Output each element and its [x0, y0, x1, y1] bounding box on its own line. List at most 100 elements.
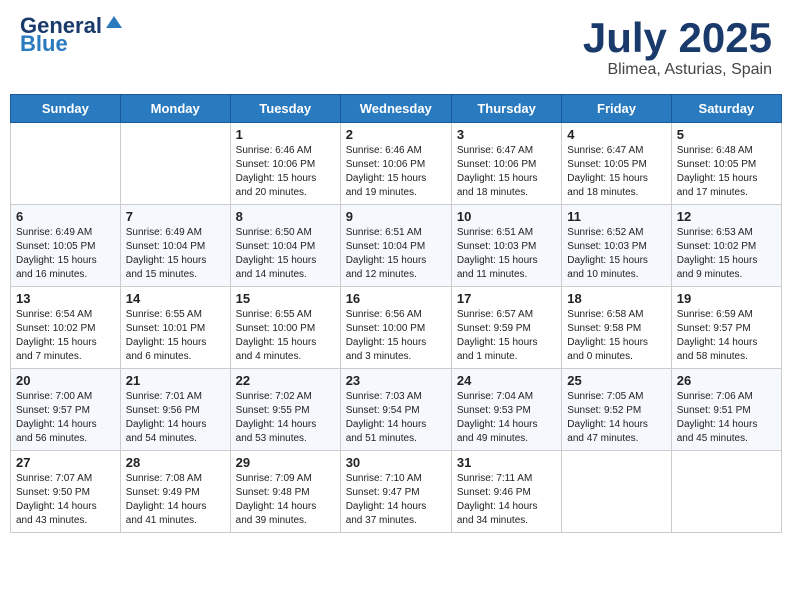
day-content: Sunrise: 6:48 AM Sunset: 10:05 PM Daylig… — [677, 144, 776, 200]
day-header-thursday: Thursday — [451, 95, 561, 123]
calendar-day-17: 17 Sunrise: 6:57 AM Sunset: 9:59 PM Dayli… — [451, 287, 561, 369]
day-number: 11 — [567, 209, 665, 224]
day-number: 25 — [567, 373, 665, 388]
calendar-day-4: 4 Sunrise: 6:47 AM Sunset: 10:05 PM Dayli… — [562, 123, 671, 205]
calendar-day-10: 10 Sunrise: 6:51 AM Sunset: 10:03 PM Dayl… — [451, 205, 561, 287]
day-number: 24 — [457, 373, 556, 388]
day-number: 13 — [16, 291, 115, 306]
calendar-day-6: 6 Sunrise: 6:49 AM Sunset: 10:05 PM Dayli… — [11, 205, 121, 287]
logo: General Blue — [20, 15, 124, 55]
day-content: Sunrise: 6:57 AM Sunset: 9:59 PM Dayligh… — [457, 308, 556, 364]
day-number: 12 — [677, 209, 776, 224]
day-number: 10 — [457, 209, 556, 224]
day-number: 15 — [236, 291, 335, 306]
calendar-day-25: 25 Sunrise: 7:05 AM Sunset: 9:52 PM Dayli… — [562, 369, 671, 451]
day-content: Sunrise: 6:46 AM Sunset: 10:06 PM Daylig… — [346, 144, 446, 200]
day-number: 23 — [346, 373, 446, 388]
day-content: Sunrise: 6:52 AM Sunset: 10:03 PM Daylig… — [567, 226, 665, 282]
calendar-day-11: 11 Sunrise: 6:52 AM Sunset: 10:03 PM Dayl… — [562, 205, 671, 287]
calendar-empty-cell — [671, 451, 781, 533]
day-content: Sunrise: 7:08 AM Sunset: 9:49 PM Dayligh… — [126, 472, 225, 528]
day-header-monday: Monday — [120, 95, 230, 123]
calendar-day-22: 22 Sunrise: 7:02 AM Sunset: 9:55 PM Dayli… — [230, 369, 340, 451]
day-content: Sunrise: 7:00 AM Sunset: 9:57 PM Dayligh… — [16, 390, 115, 446]
day-number: 2 — [346, 127, 446, 142]
logo-blue-text: Blue — [20, 33, 68, 55]
calendar-day-13: 13 Sunrise: 6:54 AM Sunset: 10:02 PM Dayl… — [11, 287, 121, 369]
day-number: 16 — [346, 291, 446, 306]
day-content: Sunrise: 7:05 AM Sunset: 9:52 PM Dayligh… — [567, 390, 665, 446]
day-number: 18 — [567, 291, 665, 306]
day-content: Sunrise: 6:59 AM Sunset: 9:57 PM Dayligh… — [677, 308, 776, 364]
day-number: 30 — [346, 455, 446, 470]
day-content: Sunrise: 6:56 AM Sunset: 10:00 PM Daylig… — [346, 308, 446, 364]
day-number: 28 — [126, 455, 225, 470]
calendar-day-1: 1 Sunrise: 6:46 AM Sunset: 10:06 PM Dayli… — [230, 123, 340, 205]
day-content: Sunrise: 6:50 AM Sunset: 10:04 PM Daylig… — [236, 226, 335, 282]
page-header: General Blue July 2025 Blimea, Asturias,… — [10, 10, 782, 84]
day-content: Sunrise: 6:46 AM Sunset: 10:06 PM Daylig… — [236, 144, 335, 200]
day-number: 7 — [126, 209, 225, 224]
day-content: Sunrise: 6:47 AM Sunset: 10:06 PM Daylig… — [457, 144, 556, 200]
day-number: 27 — [16, 455, 115, 470]
calendar-day-27: 27Sunrise: 7:07 AM Sunset: 9:50 PM Dayli… — [11, 451, 121, 533]
day-number: 14 — [126, 291, 225, 306]
day-number: 9 — [346, 209, 446, 224]
day-content: Sunrise: 6:55 AM Sunset: 10:00 PM Daylig… — [236, 308, 335, 364]
location-text: Blimea, Asturias, Spain — [583, 61, 772, 79]
calendar-table: SundayMondayTuesdayWednesdayThursdayFrid… — [10, 94, 782, 533]
calendar-day-15: 15 Sunrise: 6:55 AM Sunset: 10:00 PM Dayl… — [230, 287, 340, 369]
day-number: 20 — [16, 373, 115, 388]
day-content: Sunrise: 6:54 AM Sunset: 10:02 PM Daylig… — [16, 308, 115, 364]
calendar-header-row: SundayMondayTuesdayWednesdayThursdayFrid… — [11, 95, 782, 123]
day-number: 22 — [236, 373, 335, 388]
day-content: Sunrise: 6:55 AM Sunset: 10:01 PM Daylig… — [126, 308, 225, 364]
day-content: Sunrise: 7:11 AM Sunset: 9:46 PM Dayligh… — [457, 472, 556, 528]
day-content: Sunrise: 7:01 AM Sunset: 9:56 PM Dayligh… — [126, 390, 225, 446]
day-content: Sunrise: 6:51 AM Sunset: 10:03 PM Daylig… — [457, 226, 556, 282]
calendar-day-18: 18 Sunrise: 6:58 AM Sunset: 9:58 PM Dayli… — [562, 287, 671, 369]
day-header-sunday: Sunday — [11, 95, 121, 123]
calendar-day-14: 14 Sunrise: 6:55 AM Sunset: 10:01 PM Dayl… — [120, 287, 230, 369]
calendar-day-8: 8 Sunrise: 6:50 AM Sunset: 10:04 PM Dayli… — [230, 205, 340, 287]
calendar-day-28: 28 Sunrise: 7:08 AM Sunset: 9:49 PM Dayli… — [120, 451, 230, 533]
calendar-day-19: 19Sunrise: 6:59 AM Sunset: 9:57 PM Dayli… — [671, 287, 781, 369]
day-content: Sunrise: 6:49 AM Sunset: 10:05 PM Daylig… — [16, 226, 115, 282]
calendar-day-2: 2 Sunrise: 6:46 AM Sunset: 10:06 PM Dayli… — [340, 123, 451, 205]
calendar-week-row: 1 Sunrise: 6:46 AM Sunset: 10:06 PM Dayli… — [11, 123, 782, 205]
day-number: 17 — [457, 291, 556, 306]
calendar-day-24: 24Sunrise: 7:04 AM Sunset: 9:53 PM Dayli… — [451, 369, 561, 451]
day-content: Sunrise: 7:09 AM Sunset: 9:48 PM Dayligh… — [236, 472, 335, 528]
day-header-friday: Friday — [562, 95, 671, 123]
day-number: 1 — [236, 127, 335, 142]
day-number: 8 — [236, 209, 335, 224]
calendar-day-12: 12 Sunrise: 6:53 AM Sunset: 10:02 PM Dayl… — [671, 205, 781, 287]
calendar-day-21: 21 Sunrise: 7:01 AM Sunset: 9:56 PM Dayli… — [120, 369, 230, 451]
day-content: Sunrise: 7:02 AM Sunset: 9:55 PM Dayligh… — [236, 390, 335, 446]
calendar-day-23: 23Sunrise: 7:03 AM Sunset: 9:54 PM Dayli… — [340, 369, 451, 451]
day-number: 5 — [677, 127, 776, 142]
day-number: 21 — [126, 373, 225, 388]
title-block: July 2025 Blimea, Asturias, Spain — [583, 15, 772, 79]
calendar-week-row: 13 Sunrise: 6:54 AM Sunset: 10:02 PM Dayl… — [11, 287, 782, 369]
logo-icon — [104, 14, 124, 34]
calendar-week-row: 6 Sunrise: 6:49 AM Sunset: 10:05 PM Dayli… — [11, 205, 782, 287]
day-header-wednesday: Wednesday — [340, 95, 451, 123]
calendar-day-5: 5 Sunrise: 6:48 AM Sunset: 10:05 PM Dayli… — [671, 123, 781, 205]
day-content: Sunrise: 6:58 AM Sunset: 9:58 PM Dayligh… — [567, 308, 665, 364]
day-number: 29 — [236, 455, 335, 470]
day-content: Sunrise: 6:53 AM Sunset: 10:02 PM Daylig… — [677, 226, 776, 282]
day-header-saturday: Saturday — [671, 95, 781, 123]
calendar-week-row: 27Sunrise: 7:07 AM Sunset: 9:50 PM Dayli… — [11, 451, 782, 533]
calendar-day-31: 31 Sunrise: 7:11 AM Sunset: 9:46 PM Dayli… — [451, 451, 561, 533]
calendar-week-row: 20 Sunrise: 7:00 AM Sunset: 9:57 PM Dayli… — [11, 369, 782, 451]
calendar-day-16: 16 Sunrise: 6:56 AM Sunset: 10:00 PM Dayl… — [340, 287, 451, 369]
day-number: 4 — [567, 127, 665, 142]
calendar-day-7: 7Sunrise: 6:49 AM Sunset: 10:04 PM Dayli… — [120, 205, 230, 287]
day-content: Sunrise: 7:10 AM Sunset: 9:47 PM Dayligh… — [346, 472, 446, 528]
day-number: 31 — [457, 455, 556, 470]
calendar-empty-cell — [120, 123, 230, 205]
day-content: Sunrise: 6:51 AM Sunset: 10:04 PM Daylig… — [346, 226, 446, 282]
day-content: Sunrise: 6:47 AM Sunset: 10:05 PM Daylig… — [567, 144, 665, 200]
day-number: 6 — [16, 209, 115, 224]
